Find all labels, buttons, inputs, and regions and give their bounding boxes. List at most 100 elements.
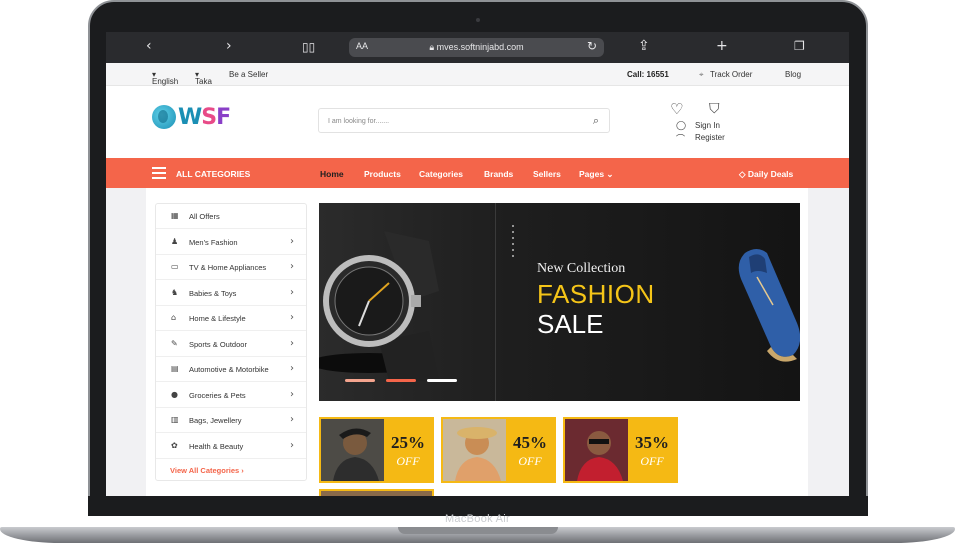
all-categories-button[interactable]: ALL CATEGORIES xyxy=(176,169,250,179)
sidebar-item[interactable]: ▤ Automotive & Motorbike › xyxy=(156,357,306,382)
bookmarks-icon[interactable]: ▯▯ xyxy=(302,40,315,54)
device-label: MacBook Air xyxy=(444,513,511,525)
chevron-down-icon: ⌄ xyxy=(606,169,614,179)
share-icon[interactable]: ⇪ xyxy=(638,38,650,54)
shoe-image xyxy=(738,249,800,362)
sidebar-item-label: Automotive & Motorbike xyxy=(189,365,269,374)
nav-categories[interactable]: Categories xyxy=(419,169,463,179)
man-icon: ♟ xyxy=(171,236,179,246)
tabs-icon[interactable]: ❐ xyxy=(794,39,805,53)
site-logo[interactable]: WSF xyxy=(152,102,231,132)
promo-card[interactable]: 35% OFF xyxy=(563,417,678,483)
nav-home[interactable]: Home xyxy=(320,169,344,179)
hamburger-icon[interactable] xyxy=(152,167,166,179)
nav-sellers[interactable]: Sellers xyxy=(533,169,561,179)
promo-tag: 45% OFF xyxy=(506,419,554,481)
sidebar-item[interactable]: ♟ Men's Fashion › xyxy=(156,230,306,255)
hero-banner[interactable]: New Collection FASHION SALE xyxy=(319,203,800,401)
search-icon[interactable]: ⌕ xyxy=(593,114,599,128)
sidebar-item[interactable]: ● Groceries & Pets › xyxy=(156,383,306,408)
promo-model-image xyxy=(565,419,629,481)
track-order-link[interactable]: Track Order xyxy=(710,70,752,79)
daily-deals-label: Daily Deals xyxy=(747,169,794,179)
promo-off: OFF xyxy=(640,454,664,468)
sidebar-item[interactable]: ▥ Bags, Jewellery › xyxy=(156,408,306,433)
sports-icon: ✎ xyxy=(171,338,178,348)
url-text: mves.softninjabd.com xyxy=(436,42,524,52)
promo-off: OFF xyxy=(396,454,420,468)
chevron-right-icon: › xyxy=(290,235,294,247)
sign-in-link[interactable]: Sign In xyxy=(695,121,720,130)
sidebar-item[interactable]: ▦ All Offers xyxy=(156,204,306,229)
promo-percent: 35% xyxy=(635,433,669,452)
chevron-right-icon: › xyxy=(290,439,294,451)
search-input[interactable]: I am looking for....... ⌕ xyxy=(318,108,610,133)
cart-bag-icon[interactable]: ⛉ xyxy=(709,101,720,117)
promo-card-partial[interactable] xyxy=(319,489,434,496)
sidebar-item-label: Sports & Outdoor xyxy=(189,339,247,349)
blog-link[interactable]: Blog xyxy=(785,70,801,79)
banner-dots-decoration xyxy=(512,225,515,261)
address-bar[interactable]: AA 🔒︎ mves.softninjabd.com ↻ xyxy=(349,38,604,57)
reload-icon[interactable]: ↻ xyxy=(587,39,597,53)
beauty-icon: ✿ xyxy=(171,440,178,450)
promo-off: OFF xyxy=(518,454,542,468)
chevron-right-icon: › xyxy=(290,261,294,272)
sidebar-item-label: Groceries & Pets xyxy=(189,390,246,400)
view-all-categories-link[interactable]: View All Categories › xyxy=(170,466,244,475)
sidebar-item[interactable]: ⌂ Home & Lifestyle › xyxy=(156,306,306,331)
stroller-icon: ♞ xyxy=(171,287,179,297)
currency-label: Taka xyxy=(195,77,212,86)
slider-dot[interactable] xyxy=(386,379,416,382)
promo-card[interactable]: 45% OFF xyxy=(441,417,556,483)
screen: ‹ › ▯▯ AA 🔒︎ mves.softninjabd.com ↻ ⇪ + … xyxy=(106,32,849,496)
logo-letter-s: S xyxy=(201,104,217,130)
tv-icon: ▭ xyxy=(171,262,179,271)
promo-percent: 45% xyxy=(513,433,547,452)
new-tab-icon[interactable]: + xyxy=(716,38,728,54)
sidebar-item-label: Men's Fashion xyxy=(189,237,238,247)
currency-select[interactable]: Taka ▾ xyxy=(195,70,212,86)
banner-divider xyxy=(495,203,496,401)
sidebar-item-label: Bags, Jewellery xyxy=(189,416,242,425)
main-content: ▦ All Offers ♟ Men's Fashion › ▭ TV & Home App… xyxy=(146,188,808,496)
sidebar-item[interactable]: ♞ Babies & Toys › xyxy=(156,281,306,306)
nav-brands[interactable]: Brands xyxy=(484,169,513,179)
daily-deals-link[interactable]: ◇ Daily Deals xyxy=(739,169,793,180)
chevron-right-icon: › xyxy=(290,363,294,374)
slider-dot[interactable] xyxy=(427,379,457,382)
register-link[interactable]: Register xyxy=(695,133,725,142)
sidebar-item[interactable]: ▭ TV & Home Appliances › xyxy=(156,255,306,280)
wishlist-heart-icon[interactable]: ♡ xyxy=(670,100,683,118)
nav-pages[interactable]: Pages ⌄ xyxy=(579,169,614,180)
banner-title-2: SALE xyxy=(537,309,604,339)
nav-products[interactable]: Products xyxy=(364,169,401,179)
chevron-right-icon: › xyxy=(290,312,294,323)
user-icon[interactable]: ◯ xyxy=(676,121,686,131)
sidebar-item[interactable]: ✿ Health & Beauty › xyxy=(156,434,306,459)
chevron-right-icon: › xyxy=(290,414,294,425)
user-outline-icon: ⌒ xyxy=(676,135,686,145)
be-a-seller-link[interactable]: Be a Seller xyxy=(229,70,268,79)
promo-tag: 35% OFF xyxy=(628,419,676,481)
sidebar-item-label: Home & Lifestyle xyxy=(189,314,246,323)
promo-model-image xyxy=(443,419,507,481)
top-bar: English ▾ Taka ▾ Be a Seller Call: 16551… xyxy=(106,63,849,86)
search-placeholder: I am looking for....... xyxy=(328,118,390,125)
promo-card[interactable]: 25% OFF xyxy=(319,417,434,483)
sidebar-item[interactable]: ✎ Sports & Outdoor › xyxy=(156,332,306,357)
tag-icon: ◇ xyxy=(739,169,748,179)
language-select[interactable]: English ▾ xyxy=(152,70,178,86)
chevron-right-icon: › xyxy=(290,337,294,349)
category-sidebar: ▦ All Offers ♟ Men's Fashion › ▭ TV & Home App… xyxy=(155,203,307,481)
laptop-frame: MacBook Air ‹ › ▯▯ AA 🔒︎ mves.softninjab… xyxy=(0,0,955,549)
main-nav: ALL CATEGORIES Home Products Categories … xyxy=(106,158,849,188)
slider-dot[interactable] xyxy=(345,379,375,382)
url-wrap: 🔒︎ mves.softninjabd.com xyxy=(349,42,604,53)
forward-icon[interactable]: › xyxy=(226,38,232,54)
sidebar-item-label: TV & Home Appliances xyxy=(189,263,267,272)
back-icon[interactable]: ‹ xyxy=(146,38,152,54)
watch-image xyxy=(319,231,439,381)
banner-subtitle: New Collection xyxy=(537,261,626,276)
promo-tag: 25% OFF xyxy=(384,419,432,481)
